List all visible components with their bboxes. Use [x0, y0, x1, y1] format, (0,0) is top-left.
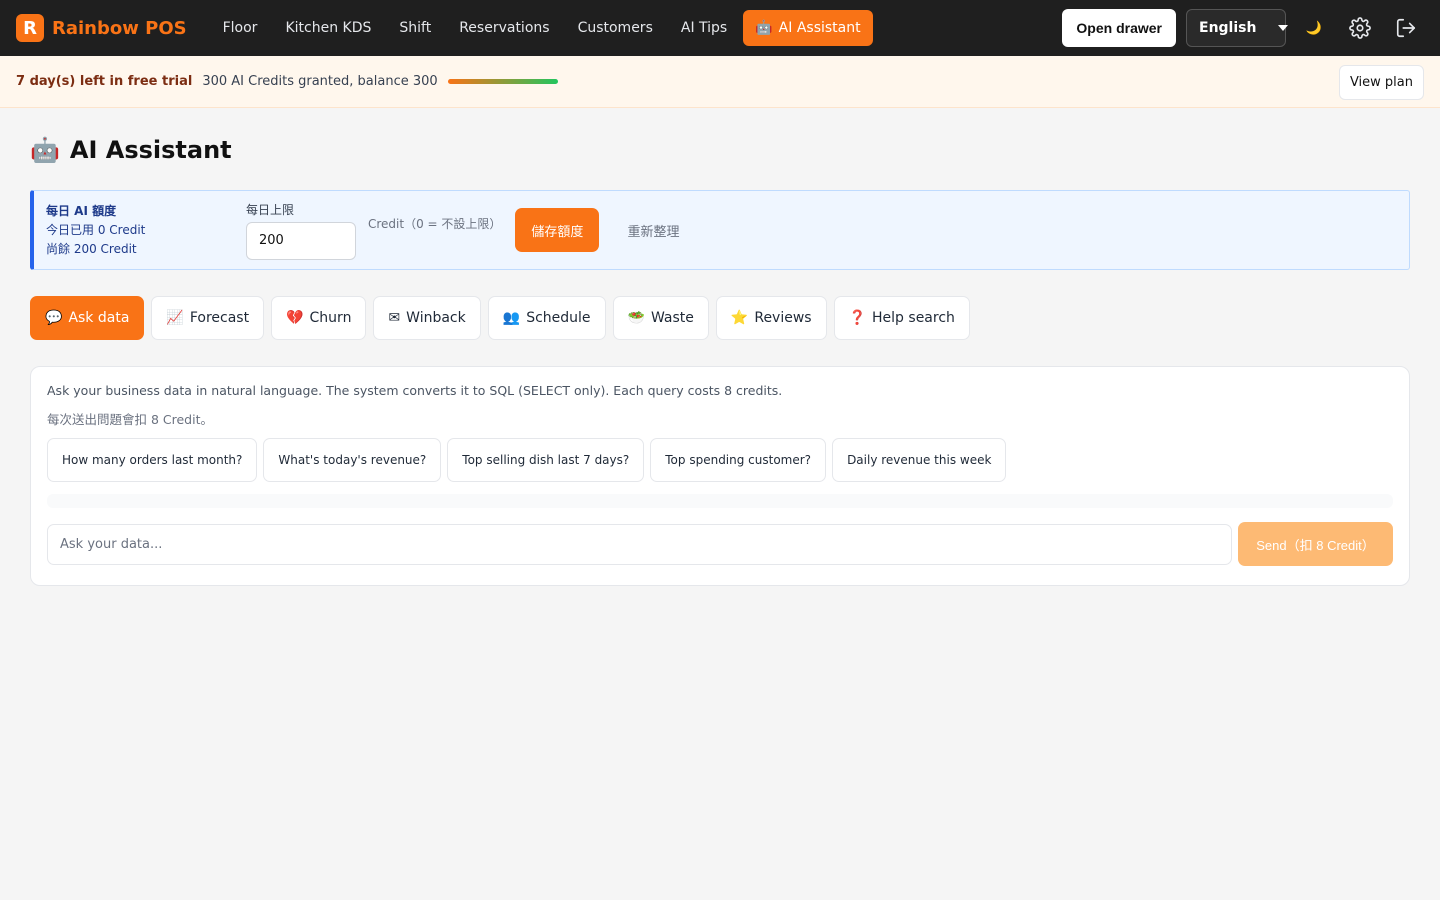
tab-forecast[interactable]: 📈 Forecast: [151, 296, 265, 340]
open-drawer-button[interactable]: Open drawer: [1062, 9, 1176, 47]
suggestion-chip[interactable]: Top spending customer?: [650, 438, 827, 482]
suggestion-chip[interactable]: What's today's revenue?: [263, 438, 442, 482]
quota-title: 每日 AI 額度: [46, 203, 117, 218]
tab-label: Winback: [406, 310, 466, 326]
daily-quota-panel: 每日 AI 額度 今日已用 0 Credit 尚餘 200 Credit 每日上…: [30, 190, 1410, 270]
tab-label: Waste: [650, 310, 694, 326]
settings-gear-icon[interactable]: [1342, 10, 1378, 46]
nav-customers[interactable]: Customers: [566, 12, 665, 44]
nav-kitchen-kds[interactable]: Kitchen KDS: [273, 12, 383, 44]
chevron-down-icon: [1278, 25, 1289, 31]
tab-waste[interactable]: 🥗 Waste: [612, 296, 709, 340]
tab-reviews[interactable]: ⭐ Reviews: [715, 296, 827, 340]
nav-actions: Open drawer English 🌙: [1062, 0, 1424, 56]
tab-winback[interactable]: ✉ Winback: [373, 296, 481, 340]
nav-ai-assistant[interactable]: 🤖 AI Assistant: [743, 10, 873, 46]
robot-icon: 🤖: [755, 20, 773, 36]
tab-churn[interactable]: 💔 Churn: [271, 296, 367, 340]
save-quota-button[interactable]: 儲存額度: [515, 208, 600, 252]
quota-limit-field: 每日上限 200: [246, 201, 356, 260]
suggestion-chip[interactable]: Top selling dish last 7 days?: [447, 438, 645, 482]
nav-floor[interactable]: Floor: [211, 12, 270, 44]
nav-ai-assistant-label: AI Assistant: [778, 20, 861, 36]
trial-progress-fill: [447, 79, 558, 84]
tab-label: Help search: [872, 310, 955, 326]
top-nav: R Rainbow POS Floor Kitchen KDS Shift Re…: [0, 0, 1440, 56]
quota-info: 每日 AI 額度 今日已用 0 Credit 尚餘 200 Credit: [46, 202, 246, 259]
page-title: 🤖 AI Assistant: [30, 136, 1410, 164]
chart-up-icon: 📈: [166, 310, 184, 326]
tab-label: Forecast: [189, 310, 250, 326]
trial-days-left: 7 day(s) left in free trial: [16, 74, 193, 89]
tab-help-search[interactable]: ❓ Help search: [833, 296, 970, 340]
trial-credits: 300 AI Credits granted, balance 300: [202, 74, 438, 89]
main-nav: Floor Kitchen KDS Shift Reservations Cus…: [211, 10, 873, 46]
nav-reservations[interactable]: Reservations: [447, 12, 561, 44]
tab-label: Churn: [309, 310, 352, 326]
brand[interactable]: R Rainbow POS: [16, 14, 187, 42]
quota-limit-input[interactable]: 200: [246, 221, 356, 260]
quota-limit-label: 每日上限: [246, 202, 295, 217]
people-icon: 👥: [502, 310, 521, 326]
nav-shift[interactable]: Shift: [387, 12, 443, 44]
suggestion-chips: How many orders last month? What's today…: [47, 438, 1393, 482]
brand-name: Rainbow POS: [52, 17, 187, 39]
tab-ask-data[interactable]: 💬 Ask data: [30, 296, 145, 340]
quota-hint: Credit（0 = 不設上限）: [368, 216, 502, 231]
robot-icon: 🤖: [30, 136, 60, 164]
trial-banner: 7 day(s) left in free trial 300 AI Credi…: [0, 56, 1440, 108]
view-plan-button[interactable]: View plan: [1338, 65, 1424, 100]
tab-label: Reviews: [754, 310, 812, 326]
broken-heart-icon: 💔: [286, 310, 304, 326]
salad-bowl-icon: 🥗: [627, 310, 645, 326]
send-button[interactable]: Send（扣 8 Credit）: [1238, 522, 1393, 566]
suggestion-chip[interactable]: Daily revenue this week: [832, 438, 1007, 482]
chat-bubble-icon: 💬: [45, 310, 63, 326]
language-value: English: [1199, 20, 1257, 36]
ask-cost-note: 每次送出問題會扣 8 Credit。: [47, 412, 213, 427]
star-icon: ⭐: [730, 310, 749, 326]
tab-schedule[interactable]: 👥 Schedule: [487, 296, 606, 340]
refresh-button[interactable]: 重新整理: [627, 221, 679, 240]
page-title-text: AI Assistant: [69, 136, 232, 164]
brand-logo: R: [16, 14, 44, 42]
assistant-tabs: 💬 Ask data 📈 Forecast 💔 Churn ✉ Winback …: [30, 296, 1410, 340]
quota-remaining: 尚餘 200 Credit: [46, 241, 137, 256]
question-mark-icon: ❓: [848, 310, 867, 326]
tab-label: Ask data: [68, 310, 130, 326]
nav-ai-tips[interactable]: AI Tips: [669, 12, 739, 44]
trial-progress-bar: [447, 79, 558, 84]
language-select[interactable]: English: [1186, 9, 1289, 47]
tab-label: Schedule: [526, 310, 591, 326]
result-area: [47, 494, 1393, 508]
main-content: 🤖 AI Assistant 每日 AI 額度 今日已用 0 Credit 尚餘…: [0, 108, 1440, 614]
quota-used: 今日已用 0 Credit: [46, 222, 146, 237]
ask-data-description: Ask your business data in natural langua…: [47, 383, 783, 398]
ask-input[interactable]: Ask your data...: [47, 523, 1232, 565]
ask-data-card: Ask your business data in natural langua…: [30, 366, 1410, 586]
suggestion-chip[interactable]: How many orders last month?: [47, 438, 258, 482]
ask-row: Ask your data... Send（扣 8 Credit）: [47, 522, 1393, 566]
logout-icon[interactable]: [1388, 10, 1424, 46]
envelope-icon: ✉: [388, 310, 401, 326]
theme-toggle-moon-icon[interactable]: 🌙: [1296, 10, 1332, 46]
